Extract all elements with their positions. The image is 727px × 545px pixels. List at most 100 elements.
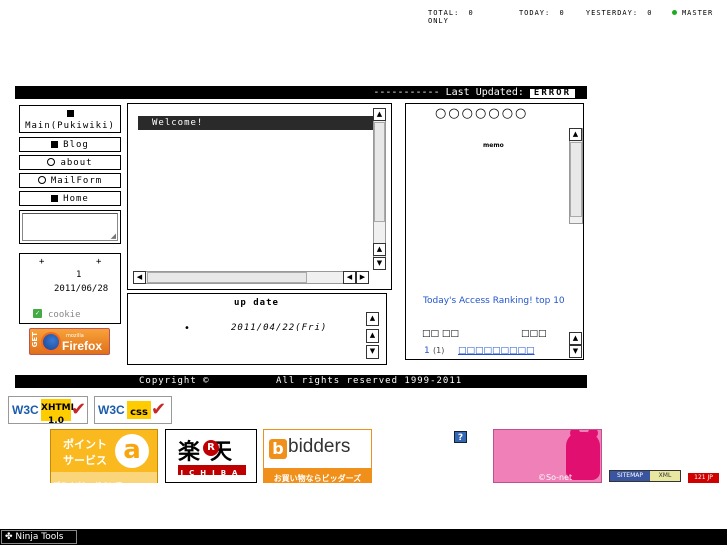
- nav-item-label: Blog: [63, 140, 89, 150]
- calendar-date: 2011/06/28: [54, 284, 109, 294]
- nav-main[interactable]: Main(Pukiwiki): [19, 105, 121, 133]
- rights-label: All rights reserved 1999-2011: [276, 376, 463, 386]
- ranking-row-link[interactable]: □□□□□□□□□: [458, 346, 535, 356]
- last-updated-label: ----------- Last Updated:: [373, 87, 524, 98]
- ninja-tools-button[interactable]: ✤ Ninja Tools: [1, 530, 77, 544]
- check-icon: ✔: [71, 399, 87, 420]
- square-icon: [51, 141, 59, 148]
- point-line2: サービス: [63, 454, 107, 467]
- scroll-down-button[interactable]: ▲: [373, 243, 386, 256]
- nav-item-home[interactable]: Home: [19, 191, 121, 206]
- memo-scroll-thumb[interactable]: [570, 142, 582, 217]
- cookie-link[interactable]: cookie: [48, 310, 81, 320]
- bidders-logo: bidders: [288, 436, 351, 457]
- update-title: up date: [234, 298, 279, 308]
- sonet-ad[interactable]: ©So-net: [493, 429, 602, 483]
- jp-badge[interactable]: 121 JP: [688, 473, 719, 483]
- resize-grip-icon[interactable]: ◢: [111, 232, 116, 240]
- update-scroll-down[interactable]: ▼: [366, 345, 379, 359]
- calendar-prev[interactable]: +: [39, 257, 44, 267]
- ranking-scroll-up[interactable]: ▲: [569, 332, 582, 345]
- ranking-col1: □□ □□: [422, 329, 459, 339]
- square-icon: [66, 110, 74, 117]
- w3c-xhtml-badge[interactable]: W3C XHTML 1.0 ✔: [8, 396, 88, 426]
- ninja-tools-label: Ninja Tools: [15, 532, 64, 542]
- w3c-logo: W3C: [98, 403, 125, 417]
- circles-row: ○○○○○○○: [435, 106, 529, 121]
- scroll-right-button[interactable]: ▶: [356, 271, 369, 284]
- counter-bar: TOTAL: 0 TODAY: 0 YESTERDAY: 0 MASTER ON…: [428, 9, 727, 25]
- master-icon: [671, 10, 677, 15]
- point-service-ad[interactable]: ポイント サービス a プライバシーについて: [50, 429, 158, 489]
- cookie-icon: ✓: [33, 309, 42, 318]
- update-scroll-up[interactable]: ▲: [366, 312, 379, 326]
- copyright-bar: Copyright © All rights reserved 1999-201…: [15, 375, 587, 388]
- w3c-logo: W3C: [12, 403, 39, 417]
- w3c-css-badge[interactable]: W3C css ✔: [94, 396, 172, 424]
- nav-main-label: Main(Pukiwiki): [25, 121, 115, 131]
- bidders-sub-label: お買い物ならビッダーズ: [273, 474, 362, 483]
- error-badge: ERROR: [529, 89, 575, 98]
- ichiba-label: ICHIBA: [180, 469, 244, 477]
- check-icon: ✔: [151, 399, 167, 420]
- calendar-next[interactable]: +: [96, 257, 101, 267]
- rakuten-ad[interactable]: 楽天 R ICHIBA: [165, 429, 257, 483]
- nav-item-about[interactable]: about: [19, 155, 121, 170]
- yesterday-label: YESTERDAY:: [585, 9, 639, 17]
- sonet-label: ©So-net: [538, 473, 573, 482]
- scroll-left-button-2[interactable]: ◀: [343, 271, 356, 284]
- point-a-icon: a: [115, 434, 149, 468]
- help-icon[interactable]: ?: [454, 431, 467, 443]
- calendar-count: 1: [76, 270, 82, 280]
- last-updated-bar: ----------- Last Updated: ERROR: [15, 86, 587, 99]
- search-textarea[interactable]: ◢: [22, 213, 118, 241]
- privacy-label: プライバシーについて: [53, 481, 123, 489]
- memo-scroll-up[interactable]: ▲: [569, 128, 582, 141]
- point-line1: ポイント: [63, 438, 107, 451]
- square-icon: [51, 195, 59, 202]
- firefox-label: Firefox: [62, 339, 103, 353]
- update-date: 2011/04/22(Fri): [231, 323, 328, 333]
- sitemap-xml-badge[interactable]: SITEMAP XML: [609, 470, 681, 482]
- welcome-title: Welcome!: [152, 118, 204, 128]
- nav-item-mailform[interactable]: MailForm: [19, 173, 121, 188]
- yesterday-value: 0: [647, 9, 653, 17]
- xml-label: XML: [650, 471, 680, 481]
- bidders-sub-bar: お買い物ならビッダーズ: [264, 468, 371, 483]
- memo-label: memo: [483, 142, 504, 149]
- scroll-thumb[interactable]: [374, 122, 385, 222]
- firefox-logo-icon: [41, 332, 61, 352]
- ranking-title[interactable]: Today's Access Ranking! top 10: [423, 296, 565, 306]
- scroll-left-button[interactable]: ◀: [133, 271, 146, 284]
- bidders-ad[interactable]: b bidders お買い物ならビッダーズ: [263, 429, 372, 483]
- xhtml-box: XHTML 1.0: [41, 399, 76, 426]
- nav-item-blog[interactable]: Blog: [19, 137, 121, 152]
- nav-item-label: about: [60, 158, 93, 168]
- rakuten-r-icon: R: [203, 440, 219, 456]
- right-panel: ○○○○○○○ memo ▲ Today's Access Ranking! t…: [405, 103, 584, 360]
- sitemap-label: SITEMAP: [610, 471, 650, 481]
- update-bullet: •: [184, 323, 190, 334]
- css-label: css: [130, 407, 148, 418]
- privacy-bar[interactable]: プライバシーについて: [51, 472, 157, 489]
- copyright-label: Copyright ©: [139, 376, 210, 386]
- get-label: GET: [31, 332, 39, 348]
- ranking-col2: □□□: [521, 329, 547, 339]
- ranking-row-count: (1): [433, 346, 445, 355]
- update-scroll-mid[interactable]: ▲: [366, 329, 379, 343]
- css-box: css: [127, 401, 151, 419]
- circle-icon: [47, 158, 56, 166]
- h-scroll-thumb[interactable]: [147, 272, 307, 283]
- circle-icon: [37, 176, 46, 184]
- ranking-scroll-down[interactable]: ▼: [569, 345, 582, 358]
- get-firefox-badge[interactable]: GET mozilla Firefox: [29, 328, 110, 355]
- bidders-b-icon: b: [269, 439, 287, 459]
- calendar-box: + + 1 2011/06/28 ✓ cookie: [19, 253, 121, 324]
- scroll-up-button[interactable]: ▲: [373, 108, 386, 121]
- ninja-tools-bar: ✤ Ninja Tools: [0, 529, 727, 545]
- ichiba-bar: ICHIBA: [178, 465, 246, 477]
- total-label: TOTAL:: [428, 9, 460, 17]
- update-panel: up date • 2011/04/22(Fri) ▲ ▲ ▼: [127, 293, 387, 365]
- nav-item-label: Home: [63, 194, 89, 204]
- scroll-down-button-2[interactable]: ▼: [373, 257, 386, 270]
